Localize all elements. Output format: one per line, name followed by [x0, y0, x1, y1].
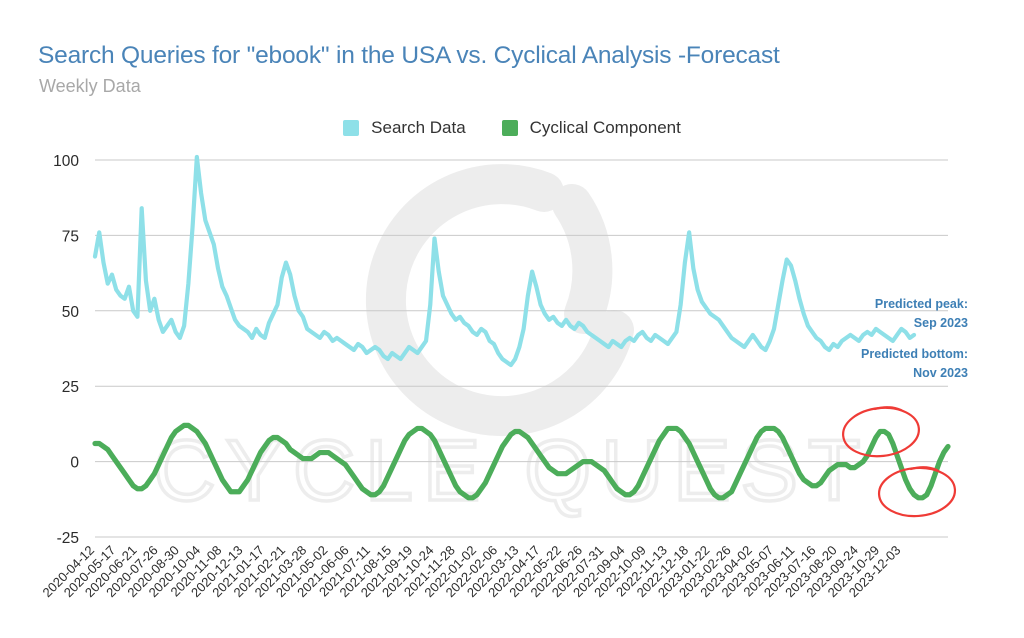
watermark: CYCLE QUEST [152, 164, 871, 521]
predicted-bottom-circle [877, 466, 957, 518]
predicted-peak-label: Predicted peak: [874, 297, 968, 311]
predicted-bottom-annotation: Predicted bottom: Nov 2023 [830, 345, 968, 383]
predicted-peak-annotation: Predicted peak: Sep 2023 [830, 295, 968, 333]
x-axis-tick-labels: 2020-04-122020-05-172020-06-212020-07-26… [39, 543, 903, 601]
y-axis-tick-label: -25 [57, 530, 79, 547]
legend-item-cyclical-component[interactable]: Cyclical Component [501, 118, 681, 138]
y-axis-tick-label: 50 [62, 304, 80, 321]
predicted-bottom-value: Nov 2023 [913, 365, 968, 380]
legend-label-cyclical-component: Cyclical Component [529, 118, 681, 137]
cycle-quest-logo-icon [365, 164, 634, 437]
legend-label-search-data: Search Data [371, 118, 466, 137]
chart-container: Search Queries for "ebook" in the USA vs… [0, 0, 1024, 638]
y-axis-tick-label: 25 [62, 379, 79, 396]
predicted-bottom-label: Predicted bottom: [861, 347, 968, 361]
chart-legend: Search Data Cyclical Component [0, 118, 1024, 138]
y-axis-tick-label: 75 [62, 228, 79, 245]
legend-item-search-data[interactable]: Search Data [343, 118, 466, 138]
predicted-peak-value: Sep 2023 [913, 315, 968, 330]
y-axis-tick-label: 0 [70, 455, 79, 472]
legend-swatch-search-data [343, 120, 360, 136]
y-axis-tick-label: 100 [53, 153, 79, 170]
watermark-text: CYCLE QUEST [154, 423, 871, 519]
legend-swatch-cyclical-component [501, 120, 518, 136]
page-title: Search Queries for "ebook" in the USA vs… [38, 42, 780, 69]
page-subtitle: Weekly Data [39, 76, 141, 96]
